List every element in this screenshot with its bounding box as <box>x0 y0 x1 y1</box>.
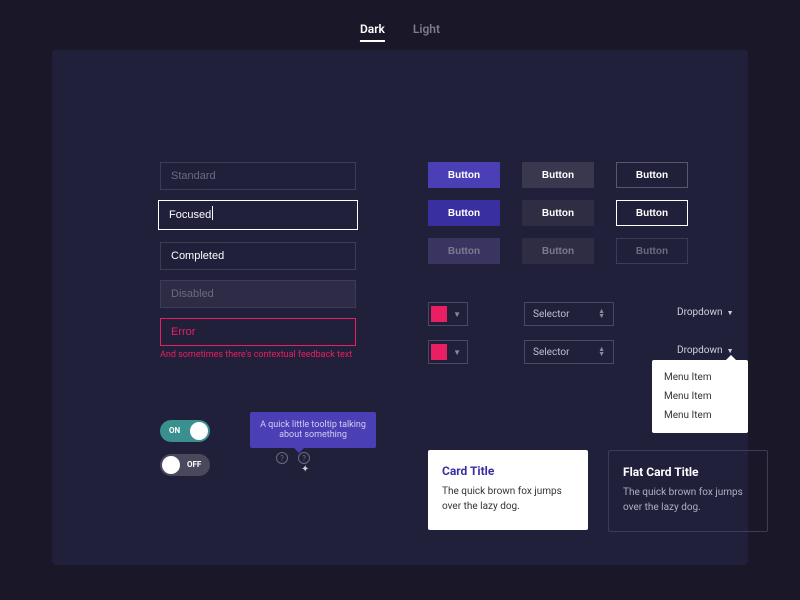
input-standard[interactable] <box>160 162 356 190</box>
toggle-off[interactable] <box>160 454 210 476</box>
toggle-knob <box>162 456 180 474</box>
text-caret <box>212 206 213 220</box>
card: Card Title The quick brown fox jumps ove… <box>428 450 588 530</box>
button-secondary[interactable]: Button <box>522 162 594 188</box>
button-secondary-disabled: Button <box>522 238 594 264</box>
selector-label: Selector <box>533 347 569 358</box>
input-disabled <box>160 280 356 308</box>
chevron-down-icon: ▼ <box>727 347 734 355</box>
button-primary[interactable]: Button <box>428 162 500 188</box>
tab-dark[interactable]: Dark <box>360 22 385 42</box>
toggle-off-label: OFF <box>187 460 201 469</box>
selector-stepper[interactable]: Selector ▲▼ <box>524 340 614 364</box>
dropdown-label: Dropdown <box>677 307 723 318</box>
button-secondary-hover[interactable]: Button <box>522 200 594 226</box>
button-primary-disabled: Button <box>428 238 500 264</box>
button-outline-hover[interactable]: Button <box>616 200 688 226</box>
menu-item[interactable]: Menu Item <box>652 387 748 406</box>
dropdown[interactable]: Dropdown ▼ <box>677 307 734 318</box>
tab-light[interactable]: Light <box>413 22 440 42</box>
menu-item[interactable]: Menu Item <box>652 368 748 387</box>
card-title: Card Title <box>442 464 574 478</box>
toggle-on[interactable] <box>160 420 210 442</box>
tooltip: A quick little tooltip talking about som… <box>250 412 376 448</box>
help-icon[interactable]: ? <box>276 452 288 464</box>
stepper-arrows-icon[interactable]: ▲▼ <box>598 347 605 357</box>
chevron-down-icon: ▼ <box>727 309 734 317</box>
input-completed[interactable] <box>160 242 356 270</box>
color-swatch <box>431 344 447 360</box>
color-picker[interactable]: ▼ <box>428 302 468 326</box>
chevron-down-icon: ▼ <box>453 348 461 357</box>
color-swatch <box>431 306 447 322</box>
menu-item[interactable]: Menu Item <box>652 406 748 425</box>
input-error[interactable] <box>160 318 356 346</box>
flat-card: Flat Card Title The quick brown fox jump… <box>608 450 768 532</box>
toggle-knob <box>190 422 208 440</box>
selector-stepper[interactable]: Selector ▲▼ <box>524 302 614 326</box>
input-focused[interactable] <box>158 200 358 230</box>
card-body: The quick brown fox jumps over the lazy … <box>623 485 753 515</box>
help-icon[interactable]: ? <box>298 452 310 464</box>
card-title: Flat Card Title <box>623 465 753 479</box>
button-primary-hover[interactable]: Button <box>428 200 500 226</box>
dropdown-label: Dropdown <box>677 345 723 356</box>
dropdown-menu: Menu Item Menu Item Menu Item <box>652 360 748 433</box>
card-body: The quick brown fox jumps over the lazy … <box>442 484 574 514</box>
button-outline-disabled: Button <box>616 238 688 264</box>
button-outline[interactable]: Button <box>616 162 688 188</box>
stepper-arrows-icon[interactable]: ▲▼ <box>598 309 605 319</box>
chevron-down-icon: ▼ <box>453 310 461 319</box>
component-canvas: And sometimes there's contextual feedbac… <box>52 50 748 565</box>
input-error-feedback: And sometimes there's contextual feedbac… <box>160 350 352 360</box>
cursor-icon: ✦ <box>301 464 309 475</box>
color-picker[interactable]: ▼ <box>428 340 468 364</box>
selector-label: Selector <box>533 309 569 320</box>
toggle-on-label: ON <box>169 426 180 435</box>
